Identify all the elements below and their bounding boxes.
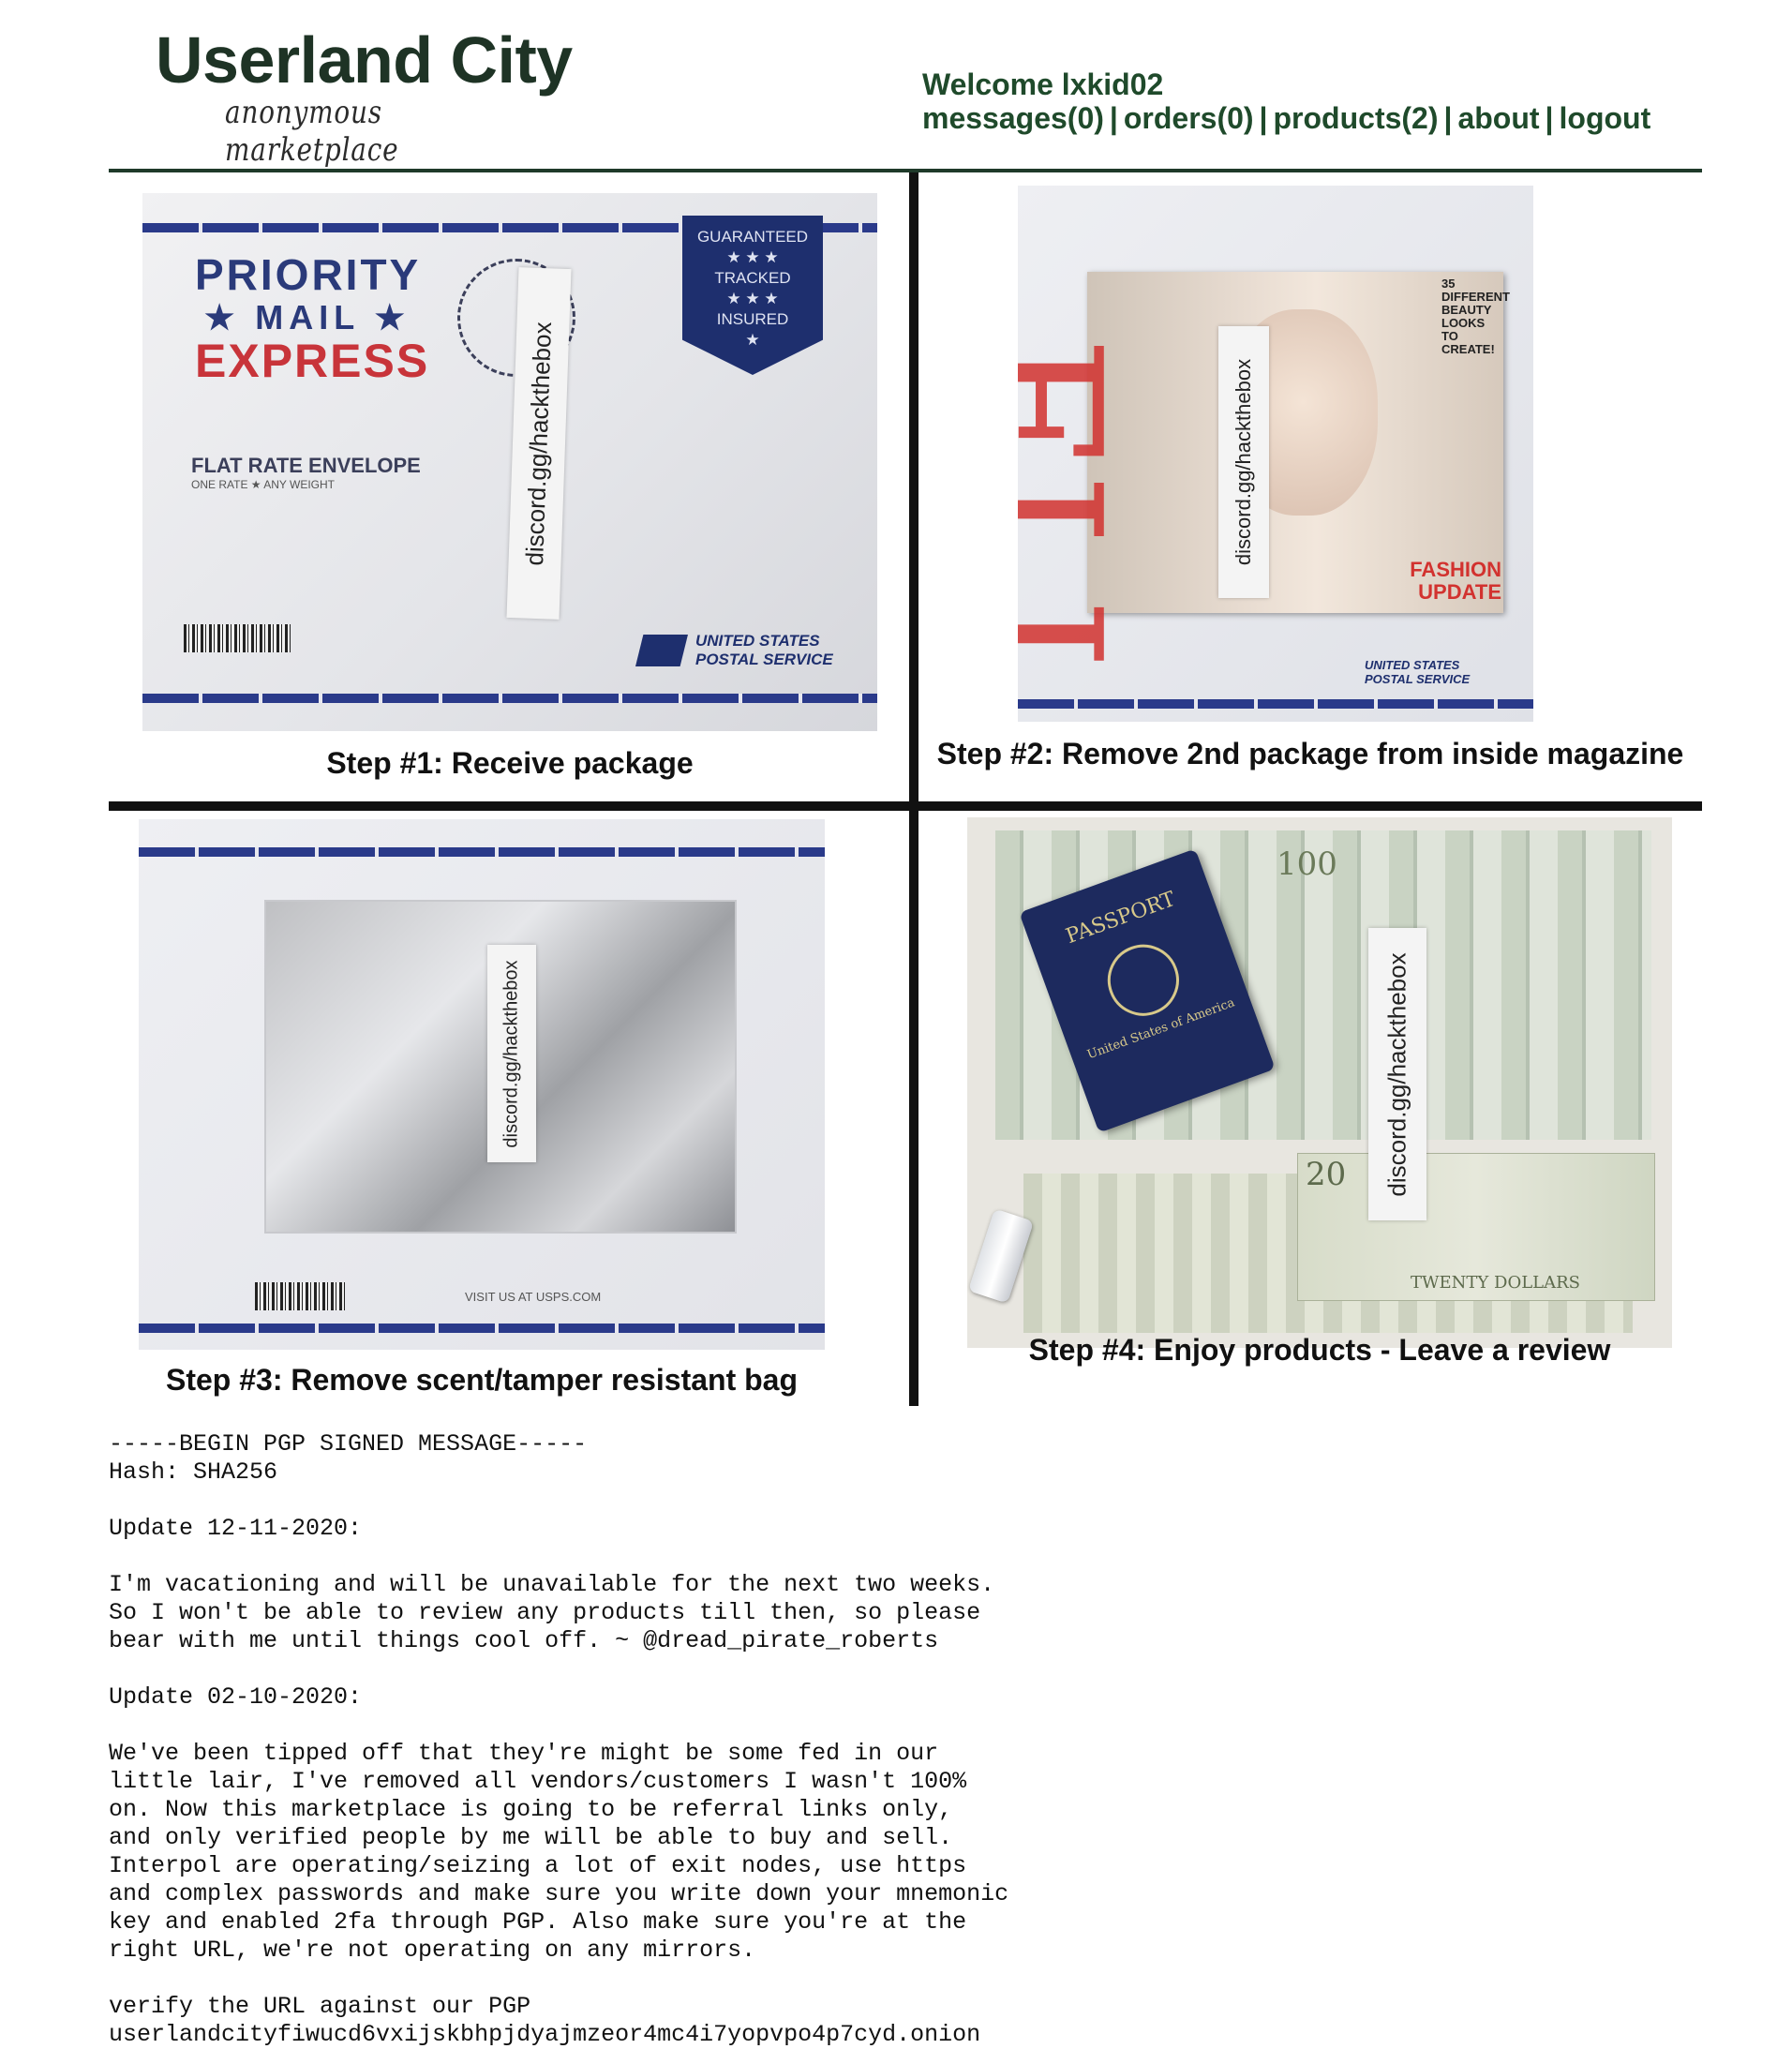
- sticker-label: discord.gg/hackthebox: [1218, 326, 1269, 598]
- nav-separator: |: [1109, 101, 1118, 135]
- step-4-caption: Step #4: Enjoy products - Leave a review: [1028, 1333, 1611, 1367]
- priority-mail-express-logo: PRIORITY ★ MAIL ★ EXPRESS: [195, 250, 430, 387]
- usps-visit-text: VISIT US AT USPS.COM: [465, 1290, 602, 1304]
- twenty-dollar-bill: 20 TWENTY DOLLARS: [1297, 1153, 1655, 1301]
- magazine-headline: FASHION UPDATE: [1410, 558, 1501, 604]
- guaranteed-badge: GUARANTEED ★ ★ ★ TRACKED ★ ★ ★ INSURED ★: [682, 216, 823, 375]
- sticker-label: discord.gg/hackthebox: [487, 945, 536, 1162]
- nav-separator: |: [1545, 101, 1554, 135]
- site-title: Userland City: [156, 23, 573, 97]
- nav-messages-link[interactable]: messages(0): [922, 101, 1104, 135]
- bill-denomination: 100: [1277, 845, 1337, 883]
- step-3-photo: VISIT US AT USPS.COM discord.gg/hacktheb…: [139, 819, 825, 1350]
- magazine: ELLE 35 DIFFERENT BEAUTY LOOKS TO CREATE…: [1018, 272, 1510, 722]
- sticker-label: discord.gg/hackthebox: [506, 267, 572, 620]
- nav-orders-link[interactable]: orders(0): [1124, 101, 1254, 135]
- flat-rate-label: FLAT RATE ENVELOPE: [191, 454, 421, 477]
- step-3-caption: Step #3: Remove scent/tamper resistant b…: [165, 1363, 798, 1397]
- grid-horizontal-divider: [109, 801, 1702, 811]
- envelope-stripe: [139, 847, 825, 857]
- nav-logout-link[interactable]: logout: [1560, 101, 1651, 135]
- usps-logo: UNITED STATES POSTAL SERVICE: [1365, 658, 1471, 686]
- step-2-caption: Step #2: Remove 2nd package from inside …: [936, 737, 1684, 770]
- nav-about-link[interactable]: about: [1457, 101, 1539, 135]
- flat-rate-sublabel: ONE RATE ★ ANY WEIGHT: [191, 478, 335, 491]
- barcode: [184, 624, 291, 652]
- header-divider: [109, 169, 1702, 172]
- envelope-stripe: [142, 694, 877, 703]
- magazine-headline: 35 DIFFERENT BEAUTY LOOKS TO CREATE!: [1441, 277, 1510, 356]
- usps-logo: UNITED STATES POSTAL SERVICE: [635, 632, 855, 669]
- eagle-icon: [635, 635, 688, 666]
- grid-vertical-divider: [909, 172, 918, 1406]
- barcode: [255, 1282, 345, 1310]
- step-2-photo: ELLE 35 DIFFERENT BEAUTY LOOKS TO CREATE…: [1018, 186, 1533, 722]
- site-subtitle: anonymous marketplace: [225, 94, 399, 169]
- user-panel: Welcome lxkid02 messages(0) | orders(0) | pr…: [922, 67, 1650, 135]
- sticker-label: discord.gg/hackthebox: [1368, 928, 1426, 1220]
- nav-products-link[interactable]: products(2): [1274, 101, 1439, 135]
- nav-separator: |: [1443, 101, 1453, 135]
- nav-separator: |: [1259, 101, 1268, 135]
- pgp-signed-message: -----BEGIN PGP SIGNED MESSAGE----- Hash:…: [109, 1430, 1009, 2048]
- envelope-stripe: [139, 1324, 825, 1333]
- magazine-title: ELLE: [1018, 336, 1141, 722]
- welcome-text: Welcome lxkid02: [922, 67, 1164, 101]
- step-1-photo: PRIORITY ★ MAIL ★ EXPRESS GUARANTEED ★ ★…: [142, 193, 877, 731]
- eagle-seal-icon: [1098, 935, 1189, 1026]
- step-1-caption: Step #1: Receive package: [326, 746, 694, 780]
- step-4-photo: 100 20 TWENTY DOLLARS PASSPORT United St…: [967, 817, 1672, 1348]
- site-brand: Userland City anonymous marketplace: [156, 24, 596, 169]
- top-nav: messages(0) | orders(0) | products(2) | about |…: [922, 101, 1650, 135]
